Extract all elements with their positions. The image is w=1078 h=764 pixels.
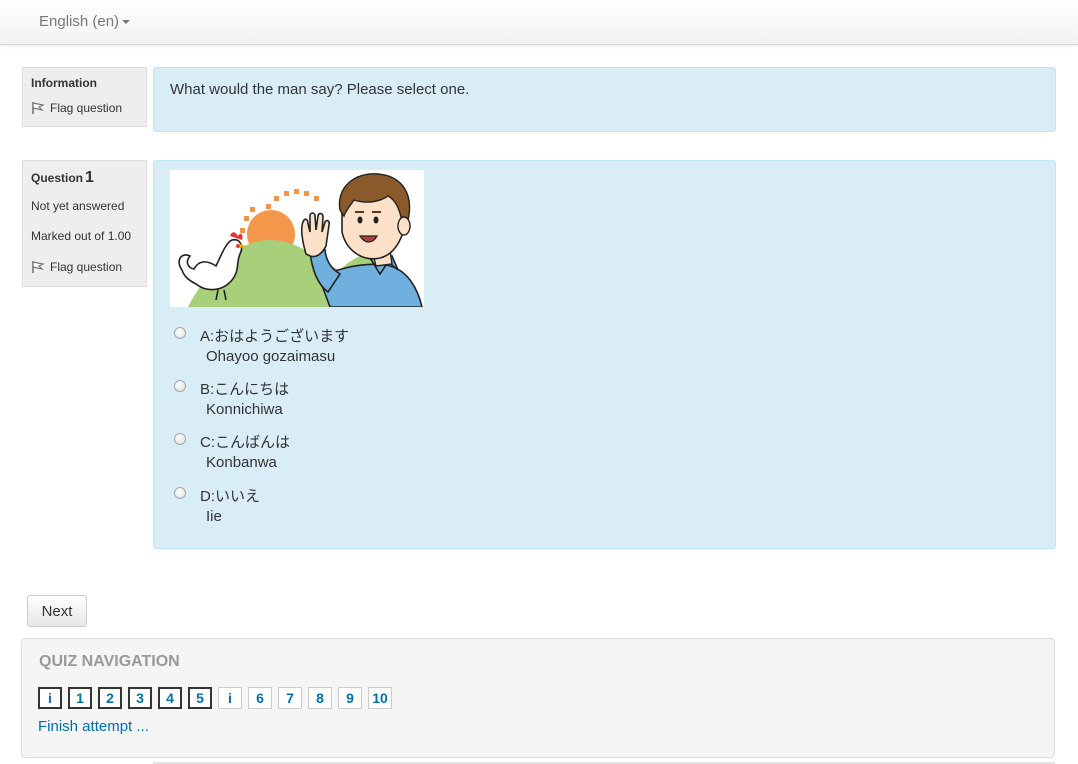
question-status: Not yet answered (31, 199, 125, 213)
next-button[interactable]: Next (27, 595, 87, 627)
answer-a-radio[interactable] (174, 327, 186, 339)
flag-icon (32, 102, 45, 114)
flag-icon (32, 261, 45, 273)
quiz-nav-button-8[interactable]: 8 (308, 687, 332, 709)
question-content: A:おはようございます Ohayoo gozaimasu B:こんにちは Kon… (153, 160, 1056, 549)
question-title: Question (31, 171, 84, 185)
quiz-nav-button-2[interactable]: 2 (98, 687, 122, 709)
language-menu[interactable]: English (en) (39, 13, 131, 30)
language-label[interactable]: English (en) (39, 13, 119, 30)
info-title: Information (31, 76, 97, 90)
quiz-navigation-title: QUIZ NAVIGATION (39, 653, 180, 670)
answer-b-radio[interactable] (174, 380, 186, 392)
flag-question-button[interactable]: Flag question (31, 260, 122, 274)
answer-a-label: A:おはようございます (200, 328, 350, 345)
answer-d-radio[interactable] (174, 487, 186, 499)
answer-d-label: D:いいえ (200, 488, 261, 505)
quiz-navigation-block: QUIZ NAVIGATION i 1 2 3 4 5 i 6 7 8 9 10… (21, 638, 1055, 758)
quiz-nav-button-6[interactable]: 6 (248, 687, 272, 709)
quiz-nav-button-info-2[interactable]: i (218, 687, 242, 709)
answer-c-radio[interactable] (174, 433, 186, 445)
answer-d-romaji: Iie (206, 508, 222, 525)
morning-greeting-illustration (170, 170, 424, 307)
quiz-nav-button-9[interactable]: 9 (338, 687, 362, 709)
info-text: What would the man say? Please select on… (170, 81, 470, 98)
flag-question-label[interactable]: Flag question (50, 260, 122, 274)
answer-b-romaji: Konnichiwa (206, 401, 283, 418)
quiz-nav-button-1[interactable]: 1 (68, 687, 92, 709)
question-info-sidebar: Question 1 Not yet answered Marked out of… (22, 160, 147, 287)
answer-c-romaji: Konbanwa (206, 454, 277, 471)
question-number: 1 (85, 169, 94, 186)
finish-attempt-link[interactable]: Finish attempt ... (38, 718, 149, 735)
quiz-nav-buttons: i 1 2 3 4 5 i 6 7 8 9 10 (38, 687, 398, 709)
answer-a-romaji: Ohayoo gozaimasu (206, 348, 336, 365)
quiz-nav-button-10[interactable]: 10 (368, 687, 392, 709)
info-content: What would the man say? Please select on… (153, 67, 1056, 132)
quiz-nav-button-info[interactable]: i (38, 687, 62, 709)
quiz-nav-button-3[interactable]: 3 (128, 687, 152, 709)
top-navbar: English (en) (0, 0, 1078, 45)
quiz-nav-button-4[interactable]: 4 (158, 687, 182, 709)
flag-question-label[interactable]: Flag question (50, 101, 122, 115)
quiz-nav-button-5[interactable]: 5 (188, 687, 212, 709)
info-block-sidebar: Information Flag question (22, 67, 147, 127)
answer-b-label: B:こんにちは (200, 381, 290, 398)
quiz-nav-button-7[interactable]: 7 (278, 687, 302, 709)
flag-question-button[interactable]: Flag question (31, 101, 122, 115)
answer-c-label: C:こんばんは (200, 434, 291, 451)
question-marks: Marked out of 1.00 (31, 229, 132, 243)
caret-down-icon[interactable] (122, 20, 131, 25)
